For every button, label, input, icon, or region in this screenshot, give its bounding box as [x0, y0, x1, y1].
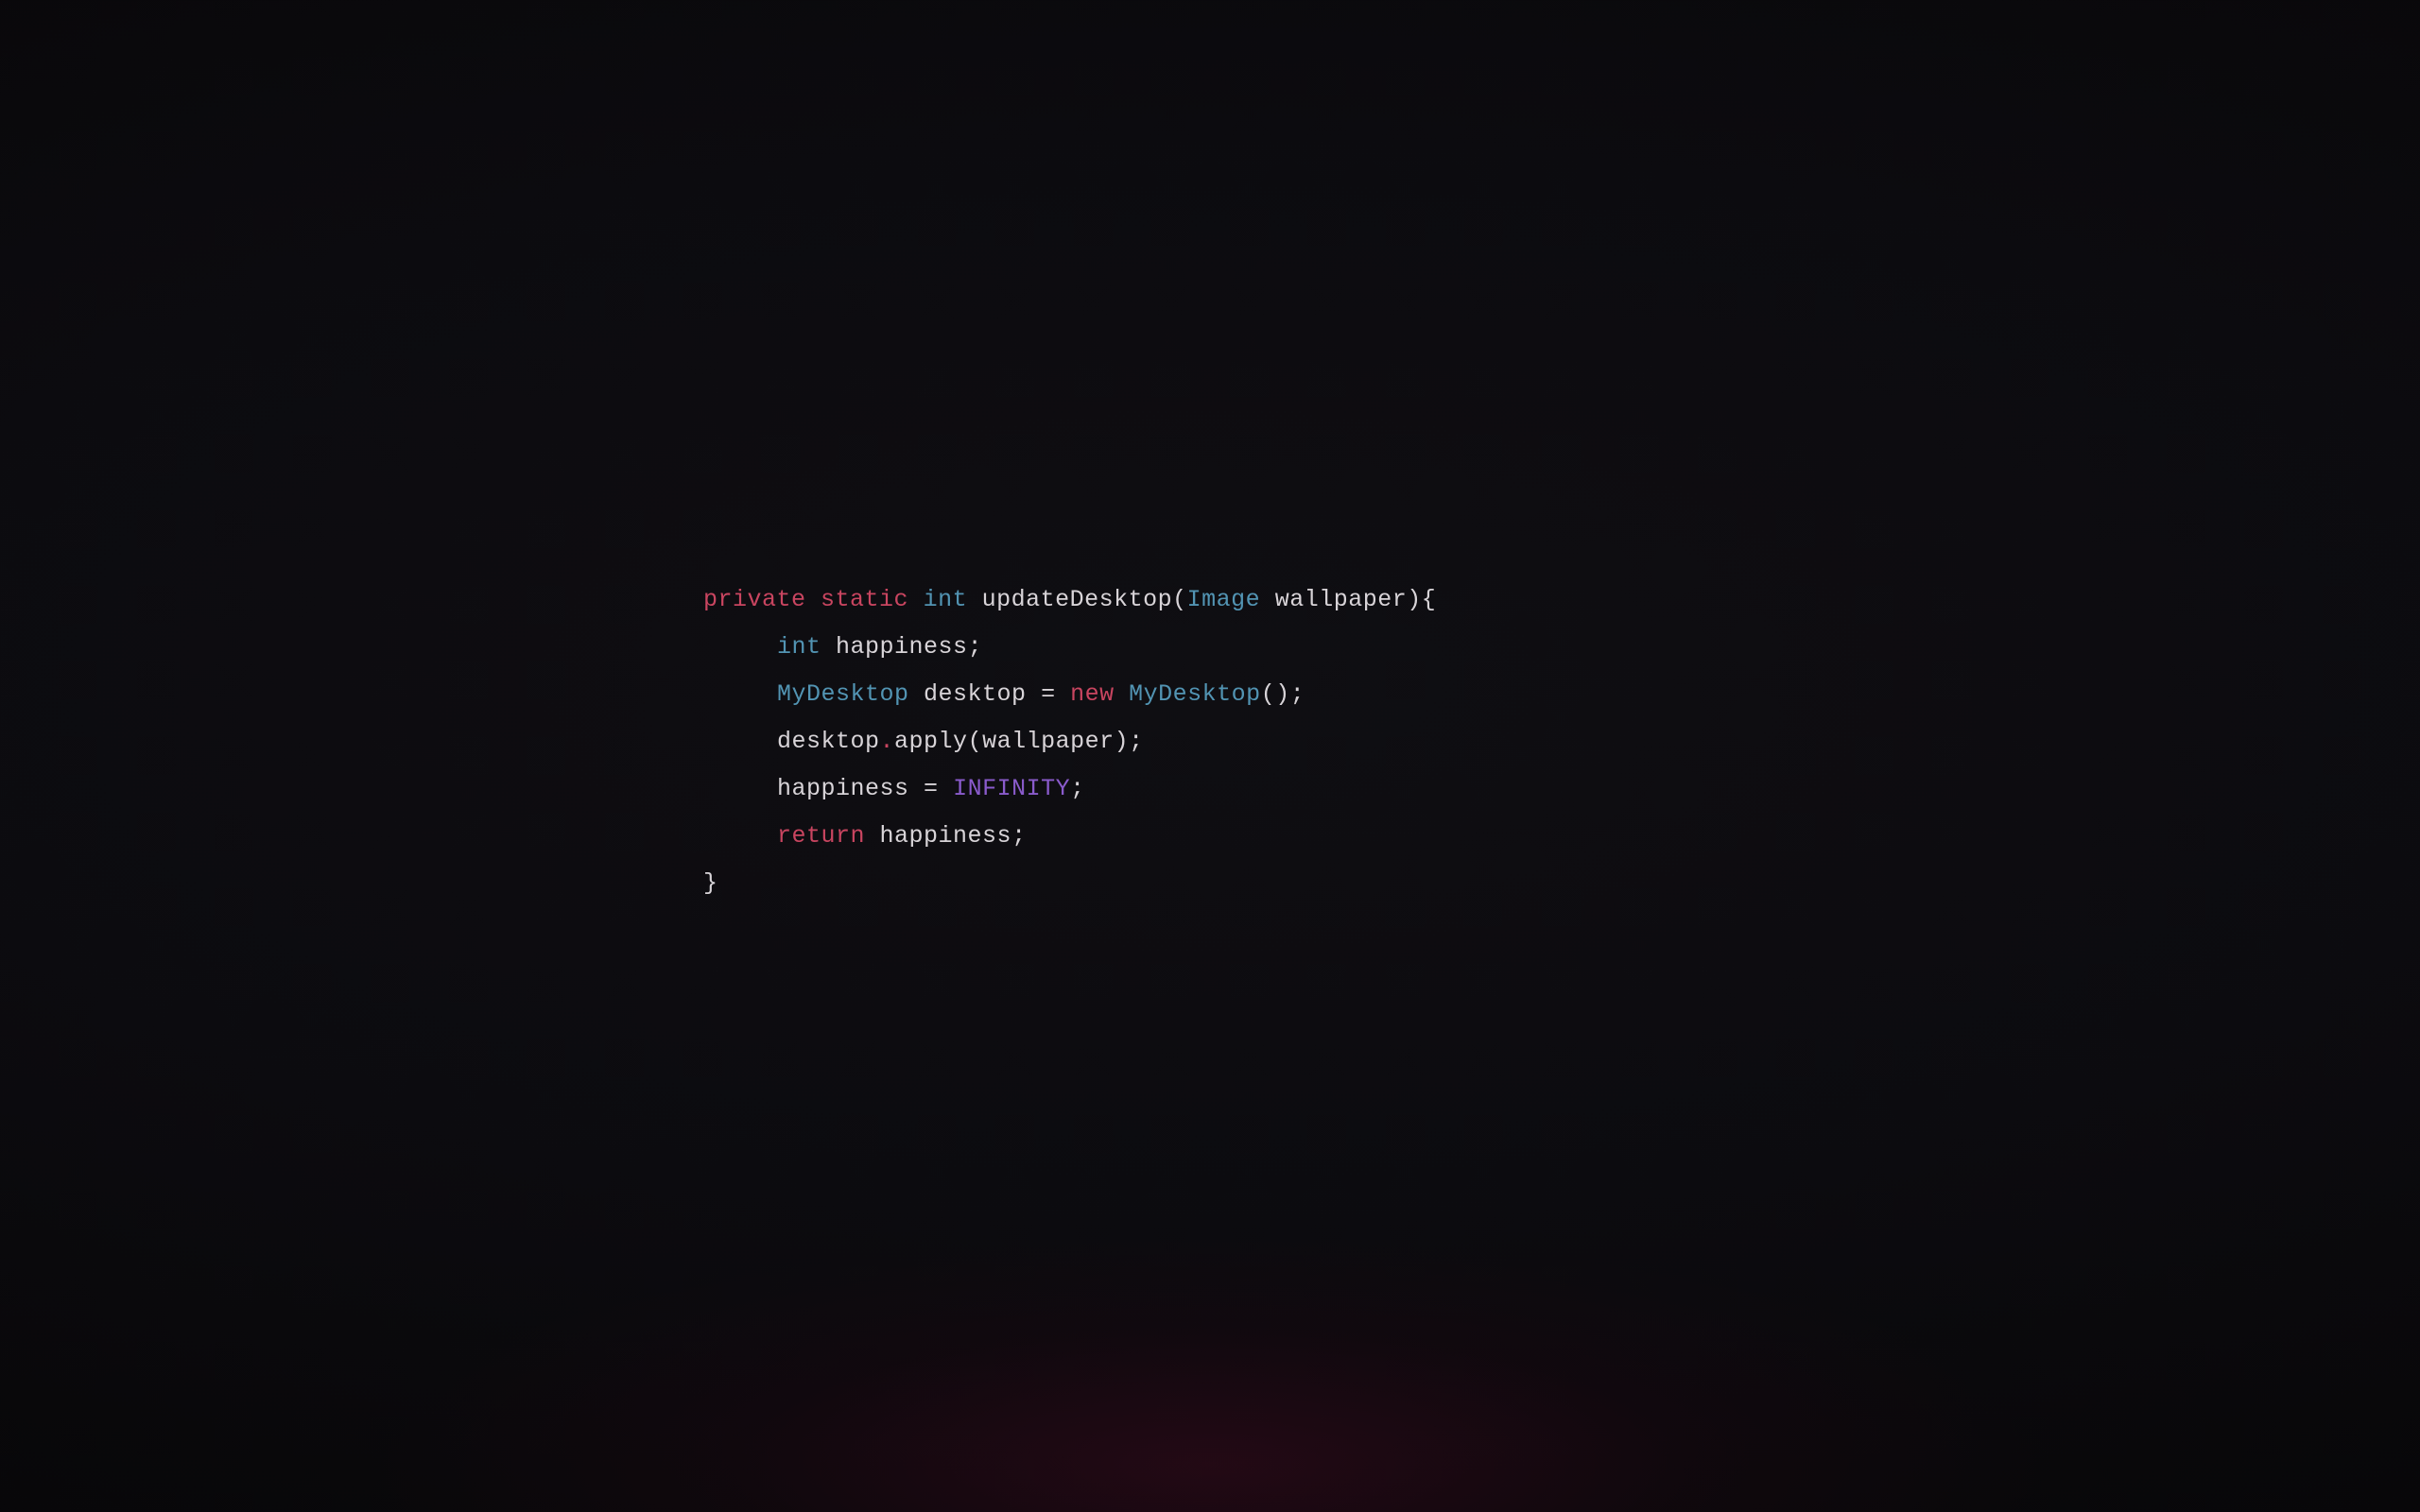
line-4: desktop.apply(wallpaper);: [703, 728, 1144, 755]
line-3: MyDesktop desktop = new MyDesktop();: [703, 680, 1305, 708]
obj-desktop: desktop: [777, 728, 880, 755]
semi: ;: [1129, 728, 1144, 755]
kw-return: return: [777, 822, 865, 850]
semi: ;: [1070, 775, 1085, 802]
var-happiness: happiness: [836, 633, 968, 661]
func-name: updateDesktop: [982, 586, 1173, 613]
var-happiness: happiness: [777, 775, 909, 802]
lbrace: {: [1422, 586, 1437, 613]
line-7: }: [703, 869, 718, 897]
line-1: private static int updateDesktop(Image w…: [703, 586, 1436, 613]
ctor-mydesktop: MyDesktop: [1129, 680, 1261, 708]
param-name: wallpaper: [1275, 586, 1408, 613]
rbrace: }: [703, 869, 718, 897]
semi: ;: [1290, 680, 1305, 708]
semi: ;: [1011, 822, 1027, 850]
bottom-glow: [359, 1228, 2061, 1512]
line-2: int happiness;: [703, 633, 982, 661]
method-apply: apply: [894, 728, 968, 755]
kw-private: private: [703, 586, 806, 613]
dot: .: [880, 728, 895, 755]
parens: (): [1261, 680, 1290, 708]
eq: =: [924, 775, 939, 802]
kw-new: new: [1070, 680, 1115, 708]
rparen: ): [1407, 586, 1422, 613]
eq: =: [1041, 680, 1056, 708]
semi: ;: [968, 633, 983, 661]
const-infinity: INFINITY: [953, 775, 1070, 802]
code-block: private static int updateDesktop(Image w…: [703, 576, 1436, 907]
line-6: return happiness;: [703, 822, 1027, 850]
kw-int: int: [777, 633, 821, 661]
param-type: Image: [1187, 586, 1261, 613]
lparen: (: [968, 728, 983, 755]
line-5: happiness = INFINITY;: [703, 775, 1085, 802]
type-mydesktop: MyDesktop: [777, 680, 909, 708]
var-desktop: desktop: [924, 680, 1027, 708]
kw-int: int: [924, 586, 968, 613]
rparen: ): [1115, 728, 1130, 755]
lparen: (: [1172, 586, 1187, 613]
arg-wallpaper: wallpaper: [982, 728, 1115, 755]
kw-static: static: [821, 586, 908, 613]
var-happiness: happiness: [880, 822, 1012, 850]
